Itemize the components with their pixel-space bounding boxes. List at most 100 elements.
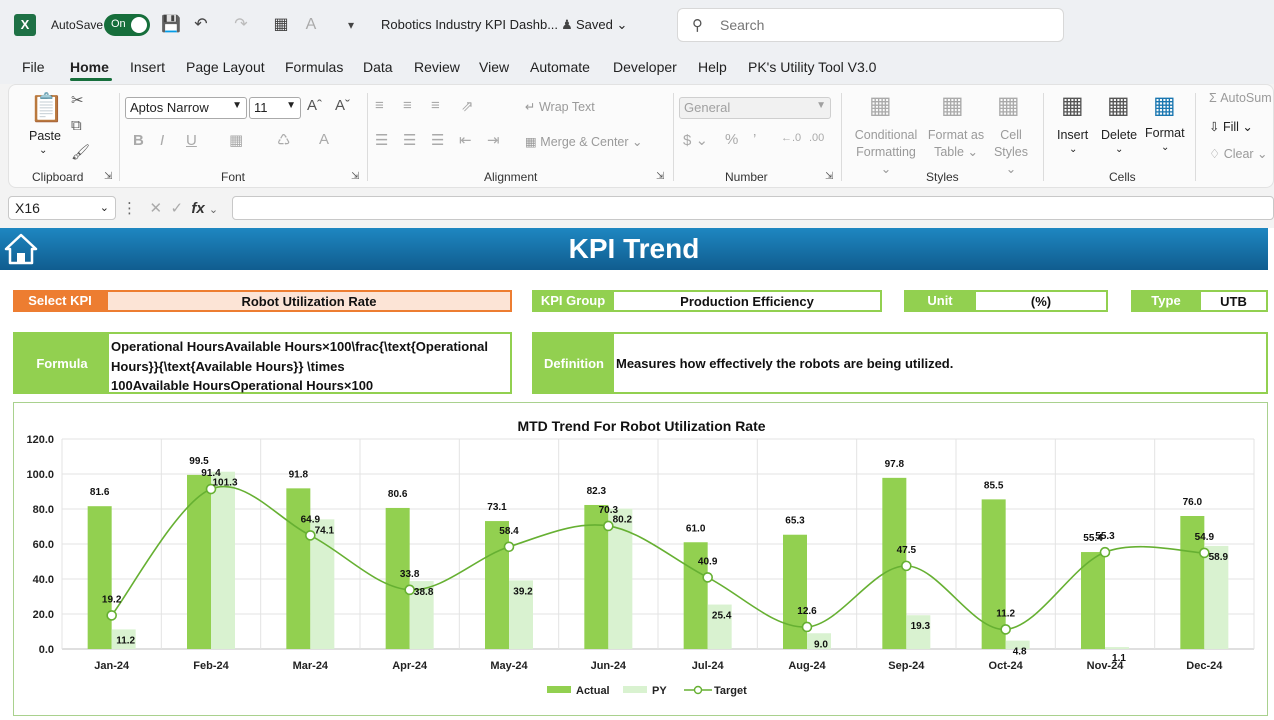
document-title[interactable]: Robotics Industry KPI Dashb... [381,17,558,32]
tab-file[interactable]: File [22,59,45,75]
decrease-indent-icon[interactable]: ⇤ [459,131,472,149]
bold-button[interactable]: B [133,132,144,149]
delete-dropdown-icon[interactable]: ⌄ [1115,144,1123,155]
borders-icon[interactable]: ▦ [270,14,292,36]
insert-dropdown-icon[interactable]: ⌄ [1069,144,1077,155]
tab-view[interactable]: View [479,59,509,75]
copy-icon[interactable]: ⧉ [71,117,82,134]
redo-icon[interactable]: ↷ [230,14,252,36]
cell-styles-icon[interactable]: ▦ [997,91,1020,120]
conditional-formatting-button[interactable]: Conditional Formatting ⌄ [851,127,921,178]
confirm-entry-icon[interactable]: ✓ [170,200,183,217]
alignment-launcher-icon[interactable]: ⇲ [656,171,664,182]
number-launcher-icon[interactable]: ⇲ [825,171,833,182]
comma-style-icon[interactable]: ’ [753,131,756,148]
tab-insert[interactable]: Insert [130,59,165,75]
clipboard-launcher-icon[interactable]: ⇲ [104,171,112,182]
data-label-actual: 99.5 [189,456,209,467]
merge-center-button[interactable]: ▦ Merge & Center ⌄ [525,134,642,149]
tab-help[interactable]: Help [698,59,727,75]
fill-button[interactable]: ⇩ Fill ⌄ [1209,119,1253,134]
align-center-icon[interactable]: ☰ [403,131,416,149]
insert-function-icon[interactable]: fx [191,200,204,217]
clear-button[interactable]: ♢ Clear ⌄ [1209,146,1268,161]
autosave-toggle[interactable]: On [104,14,150,36]
wrap-text-button[interactable]: ↵ Wrap Text [525,99,595,114]
fill-color-icon[interactable]: ♺ [277,131,290,149]
decrease-decimal-icon[interactable]: .00 [809,132,824,144]
fx-dropdown-icon[interactable]: ⌄ [209,204,218,216]
font-size-select[interactable]: 11 ▼ [249,97,301,119]
data-label-target: 91.4 [201,468,221,479]
increase-font-icon[interactable]: Aˆ [307,97,322,114]
x-tick-label: Mar-24 [293,660,329,672]
format-button[interactable]: Format [1145,126,1185,140]
search-input[interactable] [720,15,1040,35]
align-top-icon[interactable]: ≡ [375,97,384,114]
cell-styles-button[interactable]: Cell Styles ⌄ [989,127,1033,178]
orientation-icon[interactable]: ⇗ [461,97,474,115]
format-cells-icon[interactable]: ▦ [1153,91,1176,120]
cell-borders-icon[interactable]: ▦ [229,131,243,149]
font-launcher-icon[interactable]: ⇲ [351,171,359,182]
tab-data[interactable]: Data [363,59,393,75]
percent-icon[interactable]: % [725,131,738,148]
font-name-select[interactable]: Aptos Narrow ▼ [125,97,247,119]
definition-label: Definition [534,334,614,392]
customize-toolbar-icon[interactable]: ▾ [340,14,362,36]
tab-formulas[interactable]: Formulas [285,59,343,75]
align-bottom-icon[interactable]: ≡ [431,97,440,114]
x-tick-label: Jun-24 [591,660,627,672]
insert-cells-icon[interactable]: ▦ [1061,91,1084,120]
trend-chart[interactable]: MTD Trend For Robot Utilization Rate 0.0 2… [13,402,1268,716]
save-icon[interactable]: 💾 [160,14,182,36]
align-left-icon[interactable]: ☰ [375,131,388,149]
paste-icon[interactable]: 📋 [29,91,64,124]
name-box[interactable]: X16 ⌄ [8,196,116,220]
formula-input[interactable] [232,196,1274,220]
align-middle-icon[interactable]: ≡ [403,97,412,114]
legend-marker [693,685,703,695]
more-options-icon[interactable]: ⋮ [122,200,137,217]
insert-button[interactable]: Insert [1057,128,1088,142]
legend-swatch [547,686,571,693]
autosum-button[interactable]: Σ AutoSum [1209,91,1272,105]
tab-home[interactable]: Home [70,59,109,75]
text-color-icon[interactable]: A [319,131,329,148]
increase-decimal-icon[interactable]: ←.0 [781,132,801,144]
x-tick-label: Dec-24 [1186,660,1223,672]
select-kpi-dropdown[interactable]: Robot Utilization Rate [106,290,512,312]
tab-automate[interactable]: Automate [530,59,590,75]
underline-button[interactable]: U [186,132,197,149]
format-dropdown-icon[interactable]: ⌄ [1161,142,1169,153]
undo-icon[interactable]: ↶ [190,14,212,36]
tab-developer[interactable]: Developer [613,59,677,75]
currency-icon[interactable]: $ ⌄ [683,131,708,149]
align-right-icon[interactable]: ☰ [431,131,444,149]
format-as-table-button[interactable]: Format as Table ⌄ [925,127,987,161]
bar-actual [87,506,112,649]
cut-icon[interactable]: ✂ [71,91,84,109]
tab-pk-utility[interactable]: PK's Utility Tool V3.0 [748,59,876,75]
increase-indent-icon[interactable]: ⇥ [487,131,500,149]
decrease-font-icon[interactable]: Aˇ [335,97,350,114]
number-format-select[interactable]: General ▼ [679,97,831,119]
paste-dropdown-icon[interactable]: ⌄ [39,145,47,156]
delete-cells-icon[interactable]: ▦ [1107,91,1130,120]
format-as-table-icon[interactable]: ▦ [941,91,964,120]
cancel-entry-icon[interactable]: ✕ [150,200,163,217]
italic-button[interactable]: I [160,132,164,149]
tab-review[interactable]: Review [414,59,460,75]
delete-button[interactable]: Delete [1101,128,1137,142]
saved-status[interactable]: Saved ⌄ [576,17,627,33]
type-value: UTB [1199,290,1268,312]
tab-page-layout[interactable]: Page Layout [186,59,265,75]
paste-button[interactable]: Paste [29,129,61,143]
formula-bar: X16 ⌄ ⋮ ✕ ✓ fx ⌄ [0,188,1274,228]
worksheet[interactable]: KPI Trend Select KPI Robot Utilization R… [0,228,1274,720]
search-box[interactable]: ⚲ [677,8,1064,42]
conditional-formatting-icon[interactable]: ▦ [869,91,892,120]
font-color-icon[interactable]: A [300,14,322,36]
search-icon: ⚲ [692,17,703,34]
format-painter-icon[interactable]: 🖌 [71,143,90,161]
